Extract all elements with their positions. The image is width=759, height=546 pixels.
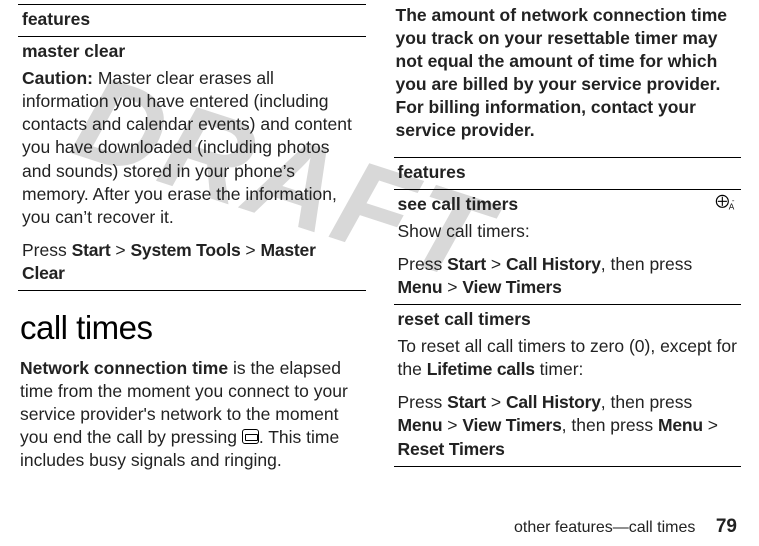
see-view-timers: View Timers	[462, 277, 561, 297]
reset-gt3: >	[703, 415, 718, 435]
caution-body: Master clear erases all information you …	[22, 68, 352, 227]
reset-gt1: >	[486, 392, 506, 412]
page-number: 79	[716, 516, 737, 537]
right-column: The amount of network connection time yo…	[394, 4, 742, 473]
disclaimer-paragraph: The amount of network connection time yo…	[394, 4, 742, 143]
see-body: Show call timers:	[398, 220, 738, 243]
see-call-history: Call History	[506, 254, 601, 274]
reset-start: Start	[447, 392, 486, 412]
reset-body: To reset all call timers to zero (0), ex…	[398, 335, 738, 381]
network-operator-icon: A"	[715, 194, 737, 216]
reset-menu2: Menu	[658, 415, 703, 435]
net-bold: Network connection time	[20, 358, 228, 378]
caution-label: Caution:	[22, 68, 93, 88]
path-start: Start	[72, 240, 111, 260]
see-call-timers-cell: A" see call timers Show call timers: Pre…	[394, 190, 742, 305]
master-clear-path: Press Start > System Tools > Master Clea…	[22, 239, 362, 285]
two-column-layout: features master clear Caution: Master cl…	[0, 0, 759, 473]
reset-call-timers-cell: reset call timers To reset all call time…	[394, 305, 742, 467]
reset-then2: , then press	[562, 415, 658, 435]
reset-press: Press	[398, 392, 448, 412]
path-gt2: >	[241, 240, 261, 260]
reset-then1: , then press	[601, 392, 692, 412]
features-table-right: features A" see call timers Show call ti…	[394, 157, 742, 467]
reset-menu1: Menu	[398, 415, 443, 435]
features-header: features	[18, 5, 366, 37]
footer-section: other features—call times	[514, 519, 695, 536]
see-gt1: >	[486, 254, 506, 274]
features-table-left: features master clear Caution: Master cl…	[18, 4, 366, 291]
reset-call-history: Call History	[506, 392, 601, 412]
reset-gt2: >	[442, 415, 462, 435]
end-key-icon	[242, 429, 259, 444]
master-clear-caution: Caution: Master clear erases all informa…	[22, 67, 362, 229]
reset-view-timers: View Timers	[462, 415, 561, 435]
network-time-paragraph: Network connection time is the elapsed t…	[18, 357, 366, 472]
reset-reset-timers: Reset Timers	[398, 439, 505, 459]
master-clear-title: master clear	[22, 40, 362, 63]
master-clear-cell: master clear Caution: Master clear erase…	[18, 37, 366, 291]
see-menu: Menu	[398, 277, 443, 297]
page-footer: other features—call times 79	[514, 516, 737, 538]
section-heading: call times	[20, 309, 366, 347]
see-start: Start	[447, 254, 486, 274]
left-column: features master clear Caution: Master cl…	[18, 4, 366, 473]
press-label: Press	[22, 240, 72, 260]
reset-lifetime: Lifetime calls	[427, 359, 535, 379]
reset-body-b: timer:	[535, 359, 584, 379]
features-header-right: features	[394, 158, 742, 190]
see-press: Press	[398, 254, 448, 274]
reset-call-timers-title: reset call timers	[398, 308, 738, 331]
see-gt2: >	[442, 277, 462, 297]
see-call-timers-title: see call timers	[398, 193, 738, 216]
path-system-tools: System Tools	[130, 240, 240, 260]
svg-text:": "	[732, 200, 734, 206]
see-path: Press Start > Call History, then press M…	[398, 253, 738, 299]
path-gt1: >	[110, 240, 130, 260]
reset-path: Press Start > Call History, then press M…	[398, 391, 738, 460]
see-then: , then press	[601, 254, 692, 274]
